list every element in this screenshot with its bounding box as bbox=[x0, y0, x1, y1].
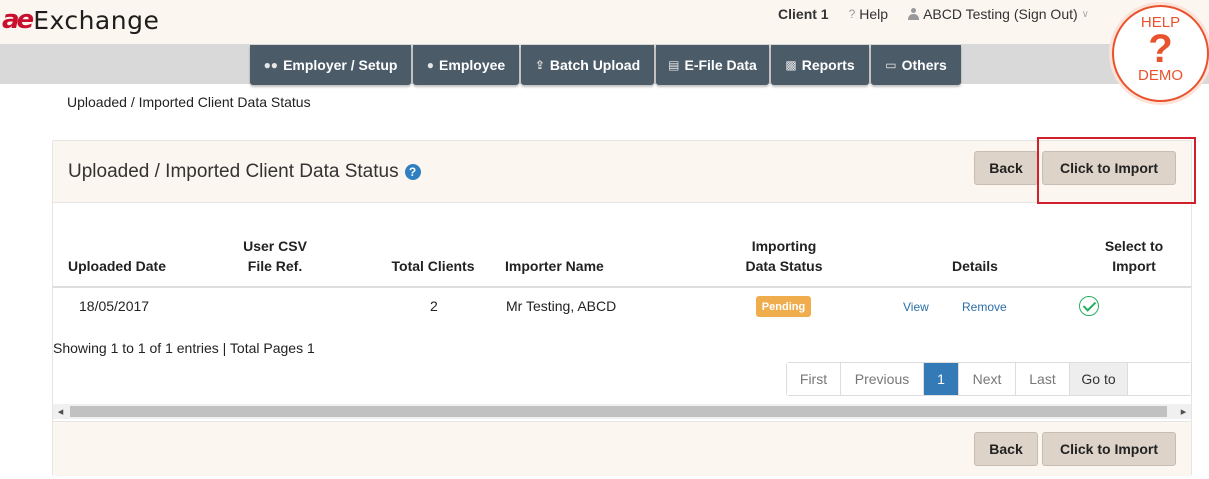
col-status-2: Data Status bbox=[745, 258, 823, 274]
help-demo-badge[interactable]: HELP ? DEMO bbox=[1112, 5, 1209, 102]
click-to-import-button-footer[interactable]: Click to Import bbox=[1042, 432, 1176, 466]
top-bar: ae Exchange Client 1 ? Help ABCD Testing… bbox=[0, 0, 1209, 44]
col-csv-ref-1: User CSV bbox=[243, 238, 307, 254]
cell-importer-name: Mr Testing, ABCD bbox=[506, 298, 617, 314]
user-label: ABCD Testing (Sign Out) bbox=[923, 6, 1078, 22]
nav-label: Employer / Setup bbox=[283, 57, 398, 73]
remove-link[interactable]: Remove bbox=[962, 300, 1007, 314]
col-uploaded-date: Uploaded Date bbox=[67, 258, 166, 274]
highlight-box bbox=[1037, 137, 1196, 204]
entries-summary: Showing 1 to 1 of 1 entries | Total Page… bbox=[53, 340, 315, 356]
question-icon: ? bbox=[848, 7, 856, 21]
file-icon: ▤ bbox=[668, 58, 680, 72]
back-button[interactable]: Back bbox=[974, 151, 1038, 185]
col-details: Details bbox=[952, 258, 998, 274]
client-name[interactable]: Client 1 bbox=[778, 6, 829, 22]
panel-footer: Back Click to Import bbox=[53, 421, 1191, 476]
nav-label: Reports bbox=[801, 57, 855, 73]
chevron-down-icon: ∨ bbox=[1081, 8, 1089, 20]
nav-reports[interactable]: ▩ Reports bbox=[771, 45, 869, 85]
user-icon: ● bbox=[426, 58, 435, 72]
pagination: First Previous 1 Next Last Go to bbox=[786, 362, 1192, 396]
page-first[interactable]: First bbox=[787, 363, 841, 395]
check-circle-icon[interactable] bbox=[1079, 296, 1099, 316]
bar-chart-icon: ▩ bbox=[785, 58, 797, 72]
upload-icon: ⇪ bbox=[534, 58, 545, 72]
goto-page-input[interactable] bbox=[1128, 363, 1191, 395]
logo-mark: ae bbox=[2, 5, 34, 35]
nav-efile-data[interactable]: ▤ E-File Data bbox=[656, 45, 769, 85]
page-last[interactable]: Last bbox=[1016, 363, 1070, 395]
cell-uploaded-date: 18/05/2017 bbox=[79, 298, 150, 314]
top-links: Client 1 ? Help ABCD Testing (Sign Out) … bbox=[778, 6, 1089, 22]
page-next[interactable]: Next bbox=[959, 363, 1016, 395]
scroll-right-icon[interactable]: ▸ bbox=[1176, 404, 1191, 419]
table-header-divider bbox=[53, 286, 1191, 288]
nav-label: Batch Upload bbox=[549, 57, 641, 73]
back-button-footer[interactable]: Back bbox=[974, 432, 1038, 466]
nav-label: E-File Data bbox=[684, 57, 757, 73]
users-icon: ●● bbox=[263, 58, 279, 72]
nav-employee[interactable]: ● Employee bbox=[413, 45, 519, 85]
panel-title-text: Uploaded / Imported Client Data Status bbox=[68, 161, 399, 182]
question-mark-icon: ? bbox=[1148, 27, 1173, 71]
col-select-2: Import bbox=[1112, 258, 1156, 274]
status-badge: Pending bbox=[756, 296, 811, 317]
col-importer-name: Importer Name bbox=[505, 258, 604, 274]
user-menu[interactable]: ABCD Testing (Sign Out) ∨ bbox=[908, 6, 1089, 22]
cell-total-clients: 2 bbox=[430, 298, 438, 314]
panel-title: Uploaded / Imported Client Data Status ? bbox=[68, 161, 421, 183]
horizontal-scrollbar[interactable]: ◂ ▸ bbox=[53, 404, 1191, 419]
scroll-left-icon[interactable]: ◂ bbox=[53, 404, 68, 419]
col-status-1: Importing bbox=[751, 238, 817, 254]
nav-employer-setup[interactable]: ●● Employer / Setup bbox=[250, 45, 411, 85]
col-total-clients: Total Clients bbox=[391, 258, 475, 274]
col-select-1: Select to bbox=[1104, 238, 1164, 254]
app-logo[interactable]: ae Exchange bbox=[2, 5, 159, 35]
main-nav: ●● Employer / Setup ● Employee ⇪ Batch U… bbox=[250, 45, 963, 85]
view-link[interactable]: View bbox=[903, 300, 929, 314]
nav-label: Others bbox=[901, 57, 947, 73]
user-icon bbox=[908, 8, 920, 20]
logo-text: Exchange bbox=[33, 5, 160, 35]
page-previous[interactable]: Previous bbox=[841, 363, 924, 395]
nav-others[interactable]: ▭ Others bbox=[871, 45, 961, 85]
help-badge-bottom: DEMO bbox=[1138, 67, 1183, 84]
nav-batch-upload[interactable]: ⇪ Batch Upload bbox=[521, 45, 654, 85]
folder-icon: ▭ bbox=[885, 58, 897, 72]
goto-button[interactable]: Go to bbox=[1070, 363, 1128, 395]
info-icon[interactable]: ? bbox=[404, 164, 421, 180]
page-current[interactable]: 1 bbox=[924, 363, 959, 395]
panel-header: Uploaded / Imported Client Data Status ?… bbox=[53, 137, 1196, 204]
status-panel: Uploaded / Imported Client Data Status ?… bbox=[52, 137, 1196, 476]
scrollbar-thumb[interactable] bbox=[70, 406, 1167, 417]
help-link[interactable]: ? Help bbox=[849, 6, 888, 22]
help-label: Help bbox=[859, 6, 889, 22]
breadcrumb: Uploaded / Imported Client Data Status bbox=[67, 94, 311, 110]
nav-label: Employee bbox=[439, 57, 506, 73]
col-csv-ref-2: File Ref. bbox=[247, 258, 303, 274]
